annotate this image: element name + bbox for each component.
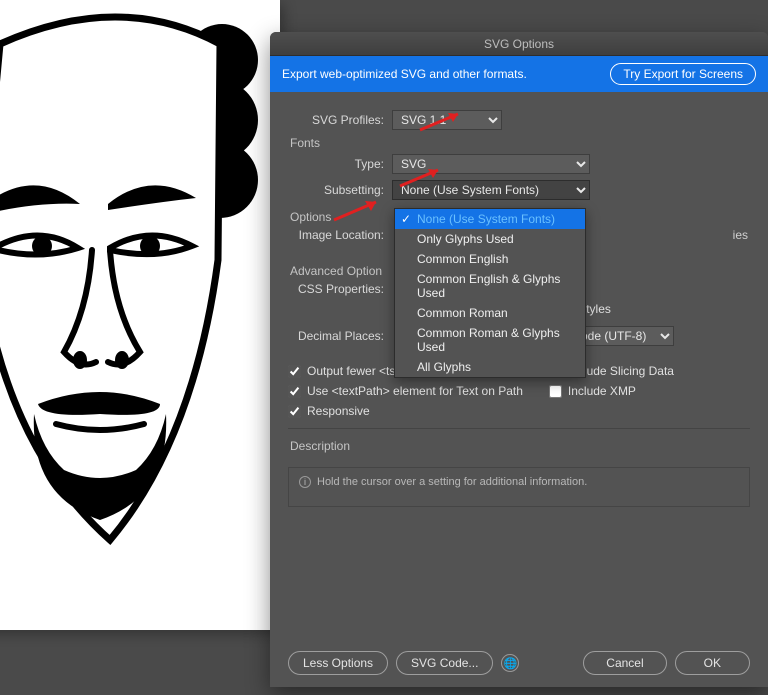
font-subsetting-label: Subsetting: [288,183,392,197]
svg-profiles-label: SVG Profiles: [288,113,392,127]
face-illustration [0,0,280,630]
menu-item-only-glyphs[interactable]: Only Glyphs Used [395,229,585,249]
css-properties-label: CSS Properties: [288,282,392,296]
menu-item-common-roman-glyphs[interactable]: Common Roman & Glyphs Used [395,323,585,357]
menu-item-none[interactable]: None (Use System Fonts) [395,209,585,229]
responsive-checkbox[interactable]: Responsive [288,404,523,418]
info-icon: i [299,476,311,488]
include-xmp-checkbox[interactable]: Include XMP [549,384,674,398]
use-textpath-checkbox[interactable]: Use <textPath> element for Text on Path [288,384,523,398]
banner-text: Export web-optimized SVG and other forma… [282,67,527,81]
artboard [0,0,280,630]
fonts-section-label: Fonts [290,136,750,150]
ok-button[interactable]: OK [675,651,750,675]
svg-profiles-select[interactable]: SVG 1.1 [392,110,502,130]
try-export-button[interactable]: Try Export for Screens [610,63,756,85]
menu-item-all-glyphs[interactable]: All Glyphs [395,357,585,377]
dialog-title: SVG Options [270,32,768,56]
menu-item-common-roman[interactable]: Common Roman [395,303,585,323]
svg-code-button[interactable]: SVG Code... [396,651,493,675]
font-type-select[interactable]: SVG [392,154,590,174]
less-options-button[interactable]: Less Options [288,651,388,675]
svg-options-dialog: SVG Options Export web-optimized SVG and… [270,32,768,687]
globe-icon[interactable]: 🌐 [501,654,519,672]
font-type-label: Type: [288,157,392,171]
divider [288,428,750,429]
preserve-capabilities-suffix: ies [733,228,748,242]
menu-item-common-english-glyphs[interactable]: Common English & Glyphs Used [395,269,585,303]
description-box: iHold the cursor over a setting for addi… [288,467,750,507]
image-location-label: Image Location: [288,228,392,242]
export-banner: Export web-optimized SVG and other forma… [270,56,768,92]
menu-item-common-english[interactable]: Common English [395,249,585,269]
cancel-button[interactable]: Cancel [583,651,666,675]
decimal-places-label: Decimal Places: [288,329,392,343]
description-section-label: Description [290,439,750,453]
font-subsetting-select[interactable]: None (Use System Fonts) [392,180,590,200]
subsetting-menu[interactable]: None (Use System Fonts) Only Glyphs Used… [394,208,586,378]
